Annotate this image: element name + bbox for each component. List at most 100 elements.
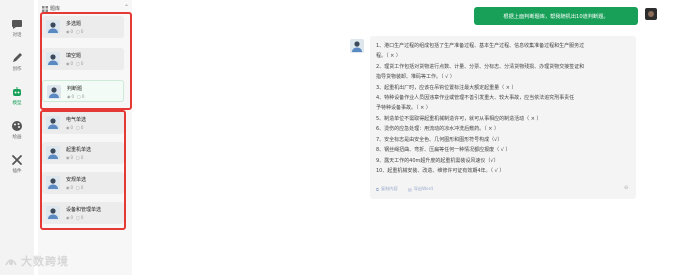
comment-icon: ▢ xyxy=(76,125,80,130)
robot-icon xyxy=(13,87,21,96)
comment-icon: ▢ xyxy=(76,61,80,66)
nav-label-plugin: 插件 xyxy=(12,169,22,174)
bank-card-fill[interactable]: 填空题 ◉ 0 ▢ 0 xyxy=(42,48,124,70)
card-meta: ◉ 0 ▢ 0 xyxy=(66,215,83,220)
chat-bubble-icon xyxy=(12,20,22,29)
person-avatar-icon xyxy=(46,116,60,130)
card-meta: ◉ 0 ▢ 0 xyxy=(67,94,84,99)
card-comments: 0 xyxy=(81,94,85,99)
eye-icon: ◉ xyxy=(66,125,70,130)
card-comments: 0 xyxy=(80,61,84,66)
answer-line: 5、制造单位不需取得起重机械制造许可，就可从事相应的制造活动（ × ） xyxy=(376,116,542,122)
card-comments: 0 xyxy=(80,29,84,34)
bank-card-judge[interactable]: 判断题 ◉ 0 ▢ 0 xyxy=(42,80,124,102)
comment-icon: ▢ xyxy=(76,29,80,34)
user-avatar xyxy=(645,8,657,20)
answer-line: 程。（ × ） xyxy=(376,53,401,59)
nav-item-chat[interactable]: 对话 xyxy=(0,18,34,48)
panel-header-label: 题库 xyxy=(50,6,61,12)
eye-icon: ◉ xyxy=(66,185,70,190)
nav-item-create[interactable]: 创作 xyxy=(0,52,34,82)
person-avatar-icon xyxy=(47,85,61,99)
user-message-text: 根据上面判断题库，帮我随机出10道判断题。 xyxy=(503,13,609,20)
nav-label-model: 模型 xyxy=(12,101,22,106)
card-comments: 0 xyxy=(80,125,84,130)
person-avatar-icon xyxy=(46,52,60,66)
card-title: 电气单选 xyxy=(66,117,87,123)
bank-card-safety[interactable]: 安规单选 ◉ 0 ▢ 0 xyxy=(42,172,124,194)
document-icon: ▤ xyxy=(407,186,412,192)
card-views: 0 xyxy=(71,94,75,99)
copy-label: 复制内容 xyxy=(381,186,398,191)
card-title: 多选题 xyxy=(66,21,82,27)
eye-icon: ◉ xyxy=(66,155,70,160)
bank-card-electric[interactable]: 电气单选 ◉ 0 ▢ 0 xyxy=(42,112,124,134)
card-meta: ◉ 0 ▢ 0 xyxy=(66,61,83,66)
watermark-logo-icon xyxy=(5,259,17,266)
card-views: 0 xyxy=(70,61,74,66)
nav-item-model[interactable]: 模型 xyxy=(0,86,34,116)
bank-card-multi[interactable]: 多选题 ◉ 0 ▢ 0 xyxy=(42,16,124,38)
copy-button[interactable]: ⧉ 复制内容 xyxy=(376,186,398,192)
nav-item-draw[interactable]: 绘画 xyxy=(0,120,34,150)
card-meta: ◉ 0 ▢ 0 xyxy=(66,125,83,130)
nav-item-plugin[interactable]: 插件 xyxy=(0,154,34,184)
app-window: 对话 创作 模型 绘画 插件 题库 ⌃ 多选题 ◉ 0 ▢ 0 填空题 ◉ 0 … xyxy=(0,0,692,275)
panel-header: 题库 ⌃ xyxy=(42,4,129,12)
card-title: 起重机单选 xyxy=(66,147,92,153)
answer-line: 1、港口生产过程的组成包括了生产准备过程、基本生产过程、信息收集准备过程和生产服… xyxy=(376,43,585,49)
card-title: 设备和管理单选 xyxy=(66,207,102,213)
comment-icon: ▢ xyxy=(76,215,80,220)
person-avatar-icon xyxy=(46,146,60,160)
comment-icon: ▢ xyxy=(77,94,81,99)
copy-icon: ⧉ xyxy=(376,186,379,192)
chevron-up-icon[interactable]: ⌃ xyxy=(124,4,129,11)
card-comments: 0 xyxy=(80,155,84,160)
answer-footer: ⧉ 复制内容 ▤ 导出Word xyxy=(376,186,433,192)
eye-icon: ◉ xyxy=(66,215,70,220)
card-meta: ◉ 0 ▢ 0 xyxy=(66,29,83,34)
nav-label-draw: 绘画 xyxy=(12,135,22,140)
comment-icon: ▢ xyxy=(76,185,80,190)
answer-line: 6、烫伤的应急处理：用流动的凉水冲洗后敷药。（ × ） xyxy=(376,126,500,132)
export-word-button[interactable]: ▤ 导出Word xyxy=(408,186,433,192)
answer-line: 予特种设备事故。（ × ） xyxy=(376,105,431,111)
card-views: 0 xyxy=(70,155,74,160)
palette-icon xyxy=(12,121,22,131)
pen-icon xyxy=(13,53,22,62)
grid-icon xyxy=(42,5,48,12)
comment-icon: ▢ xyxy=(76,155,80,160)
answer-line: 2、理货工作包括对货物进行点数、计量、分票、分标志、分清货物残损、办理货物交接签… xyxy=(376,64,585,70)
bank-card-crane[interactable]: 起重机单选 ◉ 0 ▢ 0 xyxy=(42,142,124,164)
answer-line: 4、特种设备作业人员因违章作业或管理不善引发重大、较大事故，应当依法追究刑事责任 xyxy=(376,95,575,101)
answer-line: 3、起重机出厂时，应该在吊钩位置标注最大额定起重量（ × ） xyxy=(376,85,517,91)
card-title: 判断题 xyxy=(67,86,83,92)
person-avatar-icon xyxy=(46,20,60,34)
card-comments: 0 xyxy=(80,215,84,220)
bot-answer-bubble: 1、港口生产过程的组成包括了生产准备过程、基本生产过程、信息收集准备过程和生产服… xyxy=(370,36,636,199)
answer-line: 指导货物装卸、堆码等工作。（ √ ） xyxy=(376,74,455,80)
card-views: 0 xyxy=(70,185,74,190)
eye-icon: ◉ xyxy=(66,61,70,66)
card-title: 填空题 xyxy=(66,53,82,59)
watermark-text: 大数跨境 xyxy=(21,255,69,268)
nav-label-create: 创作 xyxy=(12,67,22,72)
export-label: 导出Word xyxy=(413,186,433,191)
bot-avatar-icon xyxy=(350,39,364,53)
card-meta: ◉ 0 ▢ 0 xyxy=(66,185,83,190)
card-views: 0 xyxy=(70,125,74,130)
card-views: 0 xyxy=(70,29,74,34)
eye-icon: ◉ xyxy=(66,29,70,34)
nav-label-chat: 对话 xyxy=(12,33,22,38)
nav-rail: 对话 创作 模型 绘画 插件 xyxy=(0,0,34,275)
card-comments: 0 xyxy=(80,185,84,190)
tools-icon xyxy=(12,155,22,165)
person-avatar-icon xyxy=(46,206,60,220)
answer-line: 7、安全标志是由安全色、几何图形和图形符号构成（√） xyxy=(376,137,503,143)
answer-line: 8、钢丝绳扭曲、弯折、压扁等任何一种情况都应报废（ √ ） xyxy=(376,147,511,153)
question-bank-panel: 题库 ⌃ xyxy=(38,0,132,275)
delete-icon[interactable]: ⊖ xyxy=(624,185,628,191)
user-message-bubble: 根据上面判断题库，帮我随机出10道判断题。 xyxy=(474,7,638,25)
card-title: 安规单选 xyxy=(66,177,87,183)
bank-card-equipment[interactable]: 设备和管理单选 ◉ 0 ▢ 0 xyxy=(42,202,124,224)
